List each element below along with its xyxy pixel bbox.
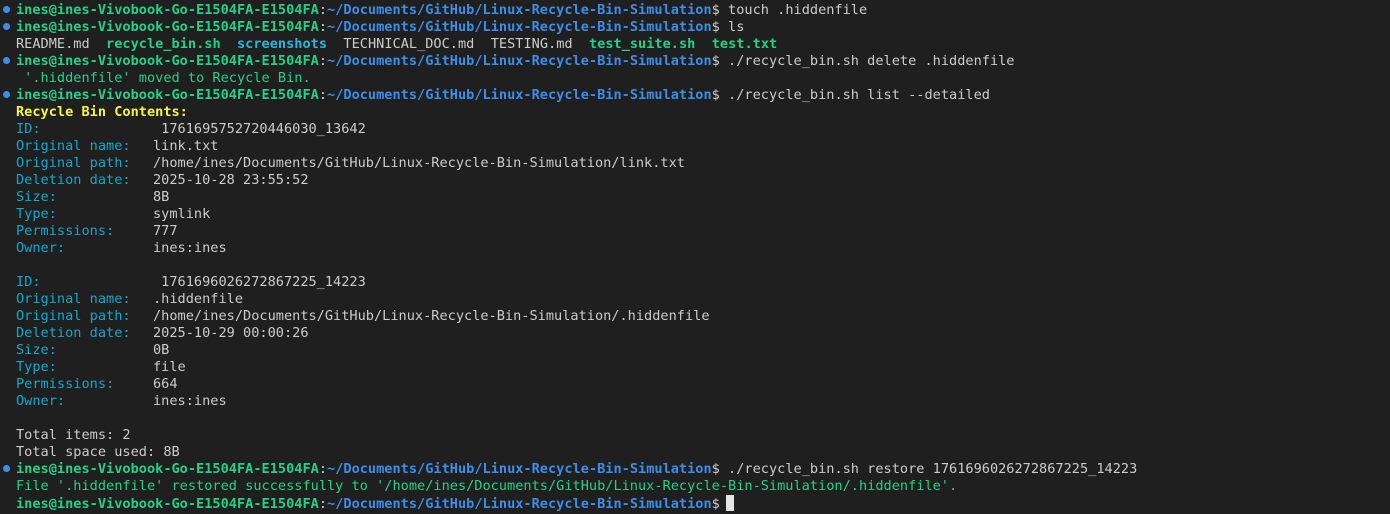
dir-screenshots: screenshots [237,36,328,52]
file-testing: TESTING.md [490,36,573,52]
total-space: Total space used: 8B [16,444,180,460]
entry-permissions: Permissions: 664 [16,376,178,392]
prompt-path: ~/Documents/GitHub/Linux-Recycle-Bin-Sim… [327,2,712,18]
command-text: touch .hiddenfile [728,2,868,18]
entry-size: Size: 8B [16,189,170,205]
entry-deletion-date: Deletion date: 2025-10-28 23:55:52 [16,172,309,188]
entry-original-name: Original name: .hiddenfile [16,291,244,307]
prompt-line: ines@ines-Vivobook-Go-E1504FA-E1504FA:~/… [16,19,745,35]
command-text: ./recycle_bin.sh delete .hiddenfile [728,53,1015,69]
entry-owner: Owner: ines:ines [16,393,227,409]
command-text: ./recycle_bin.sh list --detailed [728,87,990,103]
entry-original-path: Original path:/home/ines/Documents/GitHu… [16,155,685,171]
file-technical-doc: TECHNICAL_DOC.md [343,36,475,52]
delete-message: '.hiddenfile' moved to Recycle Bin. [16,70,311,86]
entry-id: ID: 1761695752720446030_13642 [16,121,366,137]
command-text: ls [728,19,745,35]
total-items: Total items: 2 [16,427,131,443]
entry-original-name: Original name: link.txt [16,138,219,154]
entry-original-path: Original path:/home/ines/Documents/GitHu… [16,308,710,324]
prompt-line: ines@ines-Vivobook-Go-E1504FA-E1504FA:~/… [16,53,1015,69]
file-test-suite: test_suite.sh [588,36,696,52]
command-status-dot[interactable] [3,91,10,98]
entry-permissions: Permissions: 777 [16,223,178,239]
terminal[interactable]: ines@ines-Vivobook-Go-E1504FA-E1504FA:~/… [0,0,1390,514]
command-status-dot[interactable] [3,465,10,472]
prompt-user: ines@ines-Vivobook-Go-E1504FA-E1504FA [16,2,319,18]
command-status-dot[interactable] [3,23,10,30]
file-readme: README.md [16,36,90,52]
command-status-dot[interactable] [3,57,10,64]
ls-output: README.md recycle_bin.sh screenshots TEC… [16,36,777,53]
entry-deletion-date: Deletion date: 2025-10-29 00:00:26 [16,325,309,341]
entry-owner: Owner: ines:ines [16,240,227,256]
restore-message: File '.hiddenfile' restored successfully… [16,478,958,494]
entry-id: ID: 1761696026272867225_14223 [16,274,366,290]
file-test-txt: test.txt [711,36,778,52]
entry-size: Size: 0B [16,342,170,358]
command-status-dot[interactable] [3,6,10,13]
prompt-line: ines@ines-Vivobook-Go-E1504FA-E1504FA:~/… [16,2,868,18]
contents-header: Recycle Bin Contents: [16,104,188,120]
text-cursor [725,495,734,511]
entry-type: Type: symlink [16,206,211,222]
prompt-line: ines@ines-Vivobook-Go-E1504FA-E1504FA:~/… [16,87,990,103]
command-text: ./recycle_bin.sh restore 176169602627286… [728,461,1138,477]
prompt-line: ines@ines-Vivobook-Go-E1504FA-E1504FA:~/… [16,461,1138,477]
file-recycle-bin: recycle_bin.sh [106,36,221,52]
entry-type: Type: file [16,359,186,375]
active-prompt-line[interactable]: ines@ines-Vivobook-Go-E1504FA-E1504FA:~/… [16,495,734,512]
